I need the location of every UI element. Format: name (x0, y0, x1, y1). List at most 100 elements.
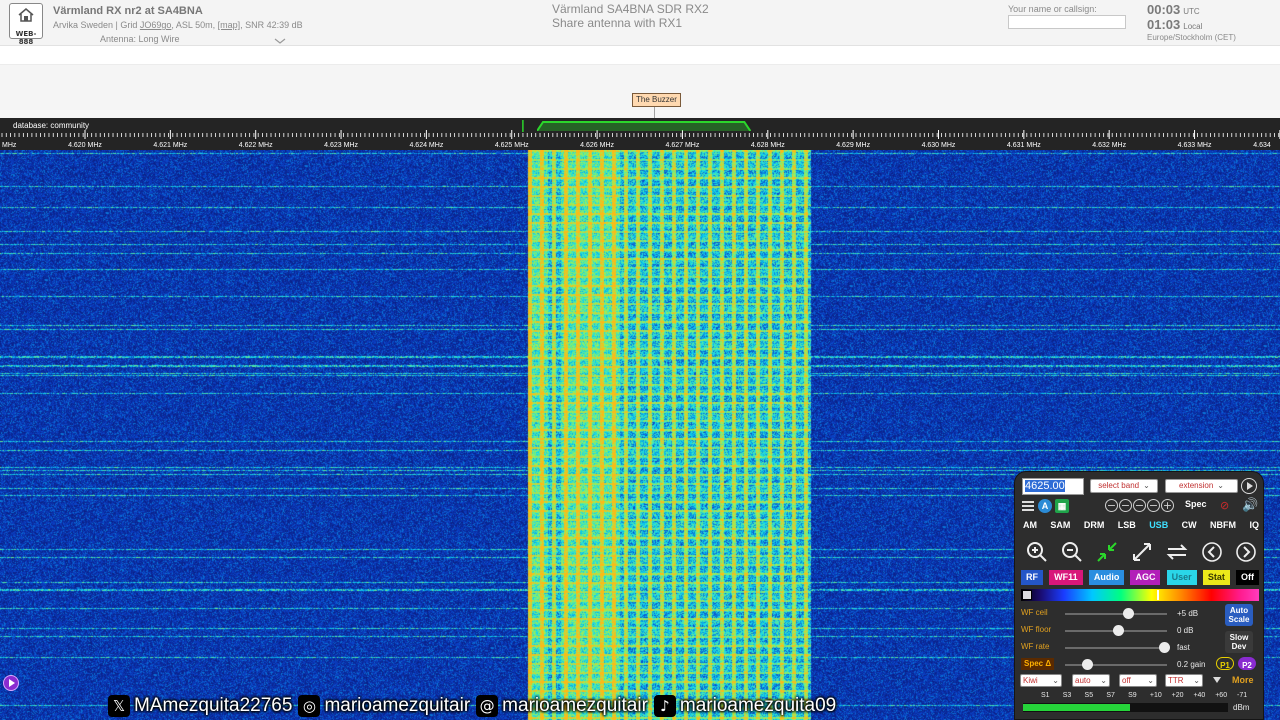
slider-track[interactable] (1065, 647, 1167, 649)
dx-label-the-buzzer[interactable]: The Buzzer (632, 93, 681, 107)
scale-unit-label: MHz (2, 142, 17, 149)
slider-row: WF rate fast (1021, 641, 1231, 655)
tab-off[interactable]: Off (1235, 570, 1259, 585)
band-select[interactable]: select band ⌄ (1090, 479, 1158, 493)
slider-value: +5 dB (1177, 609, 1199, 618)
slider-thumb[interactable] (1113, 625, 1124, 636)
smeter-label: S3 (1062, 692, 1072, 699)
social-overlay: 𝕏 MAmezquita22765 ◎ marioamezquitair @ marioa… (108, 692, 838, 720)
autoscale-button[interactable]: Auto Scale (1225, 604, 1253, 626)
grid-link[interactable]: JO69go (140, 20, 172, 30)
control-panel: 4625.00 select band ⌄ extension ⌄ A ▦ − − … (1014, 471, 1264, 720)
callsign-label: Your name or callsign: (1008, 4, 1097, 14)
zoom-in-icon[interactable]: + (1161, 499, 1174, 512)
collapse-caret-icon[interactable] (274, 38, 286, 44)
tab-user[interactable]: User (1166, 570, 1197, 585)
zoom-out-max-icon[interactable]: − (1105, 499, 1118, 512)
passband-marker[interactable] (537, 121, 751, 131)
instagram-icon: ◎ (298, 695, 321, 717)
mode-cw-button[interactable]: CW (1182, 520, 1197, 534)
step-right-icon[interactable] (1234, 540, 1258, 564)
house-icon (18, 8, 34, 22)
map-link[interactable]: [map] (218, 20, 241, 30)
extension-select-label: extension (1179, 481, 1214, 490)
smeter-unit: dBm (1233, 703, 1250, 712)
colorbar-marker[interactable] (1157, 590, 1159, 600)
slider-thumb[interactable] (1122, 608, 1134, 619)
database-label: database: community (13, 121, 90, 130)
play-button[interactable] (1241, 478, 1257, 494)
sdr-subtitle: Share antenna with RX1 (552, 16, 683, 30)
chevron-down-icon: ⌄ (1143, 481, 1150, 490)
scale-tick-label: 4.629 MHz (836, 142, 870, 149)
frequency-scale[interactable]: MHz 4.620 MHz 4.621 MHz 4.622 MHz 4.623 MHz 4… (0, 118, 1280, 150)
scale-tick-label: 4.626 MHz (580, 142, 614, 149)
scale-tick-label: 4.623 MHz (324, 142, 358, 149)
mode-nbfm-button[interactable]: NBFM (1210, 520, 1236, 534)
mode-usb-button[interactable]: USB (1149, 520, 1168, 534)
step-left-icon[interactable] (1200, 540, 1224, 564)
scale-tick-label: 4.622 MHz (239, 142, 273, 149)
spec-button[interactable]: Spec (1185, 499, 1207, 509)
slider-track[interactable] (1065, 664, 1167, 666)
play-icon (9, 679, 15, 687)
zoom-reset-icon[interactable]: − (1133, 499, 1146, 512)
more-button[interactable]: More (1232, 675, 1254, 685)
smeter-bar (1023, 703, 1228, 712)
mode-lsb-button[interactable]: LSB (1118, 520, 1136, 534)
grid-icon[interactable]: ▦ (1055, 499, 1069, 513)
smeter-label: +40 (1193, 692, 1206, 699)
scale-tick-label: 4.621 MHz (153, 142, 187, 149)
mode-iq-button[interactable]: IQ (1249, 520, 1259, 534)
tab-audio[interactable]: Audio (1088, 570, 1125, 585)
ttr-select[interactable]: TTR ⌄ (1165, 674, 1203, 687)
slider-thumb[interactable] (1082, 659, 1094, 670)
tab-agc[interactable]: AGC (1130, 570, 1161, 585)
waterfall-side-play-icon[interactable] (3, 675, 19, 691)
slow-label-1: Slow (1229, 633, 1249, 642)
filter-select[interactable]: off ⌄ (1119, 674, 1157, 687)
tab-rf[interactable]: RF (1021, 570, 1043, 585)
slow-dev-button[interactable]: Slow Dev (1225, 631, 1253, 653)
tab-wf11[interactable]: WF11 (1049, 570, 1083, 585)
extension-select[interactable]: extension ⌄ (1165, 479, 1238, 493)
tab-stat[interactable]: Stat (1202, 570, 1230, 585)
mute-icon[interactable]: ⊘ (1220, 499, 1232, 512)
smeter-label: S1 (1041, 692, 1050, 699)
a-circle-icon[interactable]: A (1038, 499, 1052, 513)
slider-track[interactable] (1065, 613, 1167, 615)
snr-text: , SNR 42:39 dB (240, 20, 303, 30)
scale-tick-label: 4.633 MHz (1178, 142, 1212, 149)
colorbar-handle[interactable] (1022, 590, 1032, 600)
p2-button[interactable]: P2 (1238, 657, 1256, 670)
menu-icon[interactable] (1022, 501, 1034, 511)
smeter-label: S9 (1128, 692, 1137, 699)
p1-button[interactable]: P1 (1216, 657, 1234, 670)
zoom-step-icon[interactable]: − (1147, 499, 1160, 512)
sdr-description: Värmland SA4BNA SDR RX2 Share antenna wi… (552, 2, 709, 30)
noise-blanker-select[interactable]: Kiwi ⌄ (1020, 674, 1062, 687)
sdr-title: Värmland SA4BNA SDR RX2 (552, 2, 709, 16)
swap-arrows-icon[interactable] (1165, 540, 1189, 564)
mode-am-button[interactable]: AM (1023, 520, 1037, 534)
volume-icon[interactable]: 🔊 (1242, 498, 1258, 513)
magnify-minus-icon[interactable] (1060, 540, 1084, 564)
mode-sam-button[interactable]: SAM (1050, 520, 1070, 534)
frequency-input[interactable]: 4625.00 (1022, 478, 1084, 495)
scale-tick-label: 4.634 (1253, 142, 1271, 149)
social-handle: MAmezquita22765 (134, 695, 293, 716)
antenna-info: Antenna: Long Wire (100, 34, 180, 44)
magnify-plus-icon[interactable] (1025, 540, 1049, 564)
auto-select[interactable]: auto ⌄ (1072, 674, 1110, 687)
waterfall-colorbar[interactable] (1021, 589, 1259, 601)
expand-arrows-icon[interactable] (1130, 540, 1154, 564)
more-caret-icon[interactable] (1213, 677, 1221, 683)
web888-logo[interactable]: WEB-888 (9, 3, 43, 46)
scale-tick-label: 4.632 MHz (1092, 142, 1126, 149)
callsign-input[interactable] (1008, 15, 1126, 29)
mode-drm-button[interactable]: DRM (1084, 520, 1105, 534)
shrink-arrows-icon[interactable] (1095, 540, 1119, 564)
slider-thumb[interactable] (1159, 642, 1171, 653)
zoom-out-icon[interactable]: − (1119, 499, 1132, 512)
chevron-down-icon: ⌄ (1193, 676, 1200, 685)
